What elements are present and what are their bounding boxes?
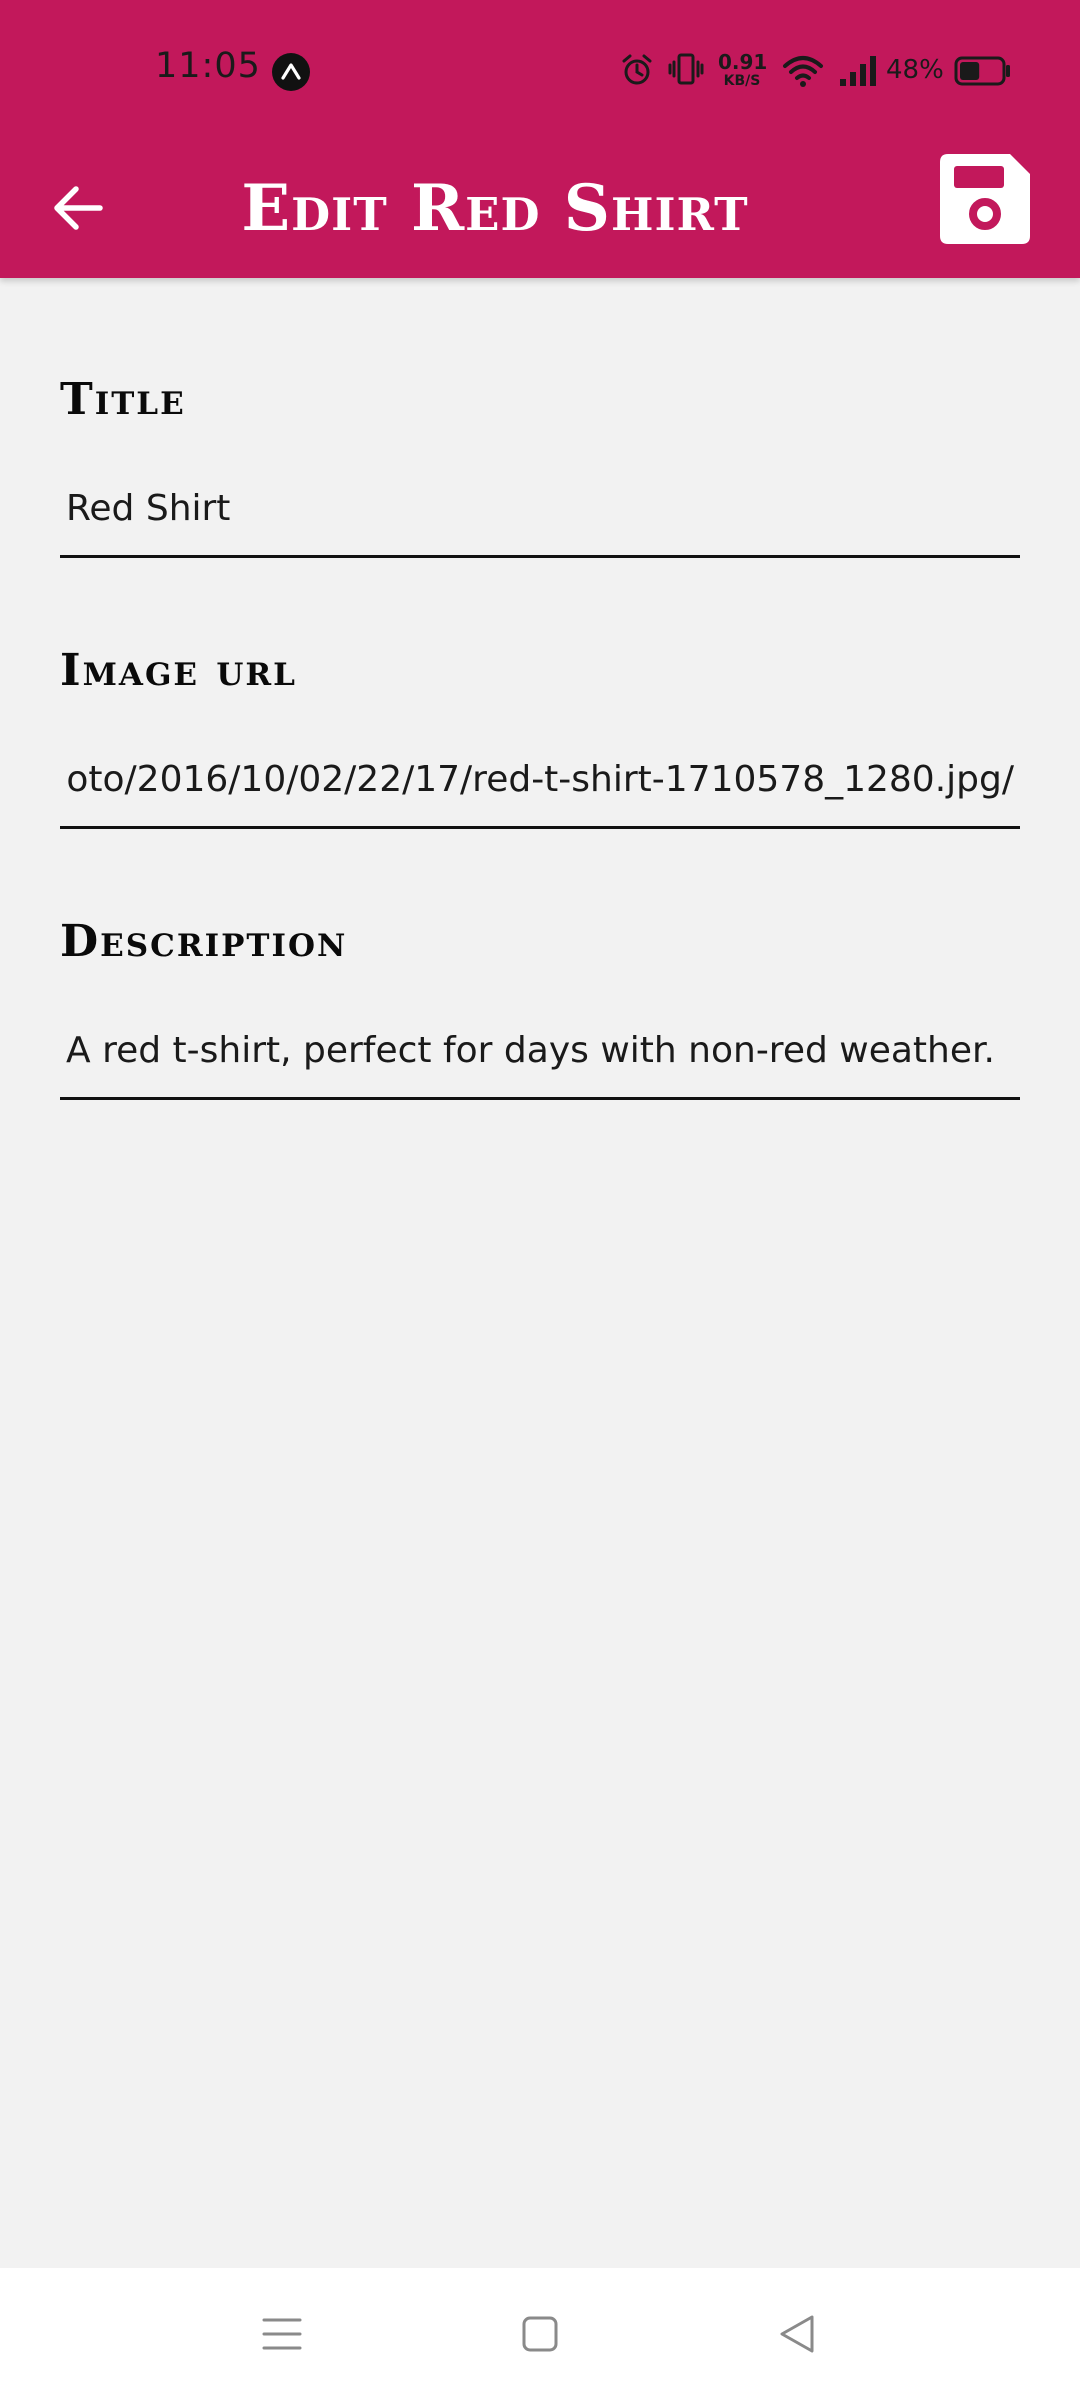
back-button[interactable] (40, 170, 116, 246)
back-triangle-icon (780, 2315, 814, 2353)
description-label: Description (60, 916, 348, 967)
image-url-label: Image url (60, 645, 297, 696)
status-bar: 11:05 0.91 KB/S 48% (0, 0, 1080, 140)
app-header: 11:05 0.91 KB/S 48% Edit Red Shirt (0, 0, 1080, 278)
recent-apps-button[interactable] (252, 2304, 312, 2364)
image-url-input[interactable] (60, 733, 1020, 829)
save-button[interactable] (938, 152, 1032, 246)
signal-icon (838, 54, 880, 92)
battery-percent: 48% (886, 55, 944, 85)
wifi-icon (782, 54, 824, 92)
network-speed-value: 0.91 (718, 50, 768, 74)
title-label: Title (60, 374, 186, 425)
alarm-icon (620, 53, 654, 91)
battery-icon (954, 56, 1012, 90)
system-back-button[interactable] (768, 2304, 828, 2364)
status-icons: 0.91 KB/S 48% (0, 48, 1080, 92)
network-speed: 0.91 KB/S (718, 50, 768, 89)
vibrate-icon (668, 51, 704, 91)
home-button[interactable] (510, 2304, 570, 2364)
save-icon (940, 154, 1030, 244)
arrow-left-icon (54, 186, 103, 230)
system-nav-bar (0, 2268, 1080, 2400)
menu-icon (262, 2318, 302, 2350)
network-speed-unit: KB/S (723, 73, 761, 89)
page-title: Edit Red Shirt (241, 171, 749, 246)
title-input[interactable] (60, 462, 1020, 558)
app-bar: Edit Red Shirt (0, 140, 1080, 278)
home-icon (522, 2316, 558, 2352)
description-input[interactable] (60, 1004, 1020, 1100)
